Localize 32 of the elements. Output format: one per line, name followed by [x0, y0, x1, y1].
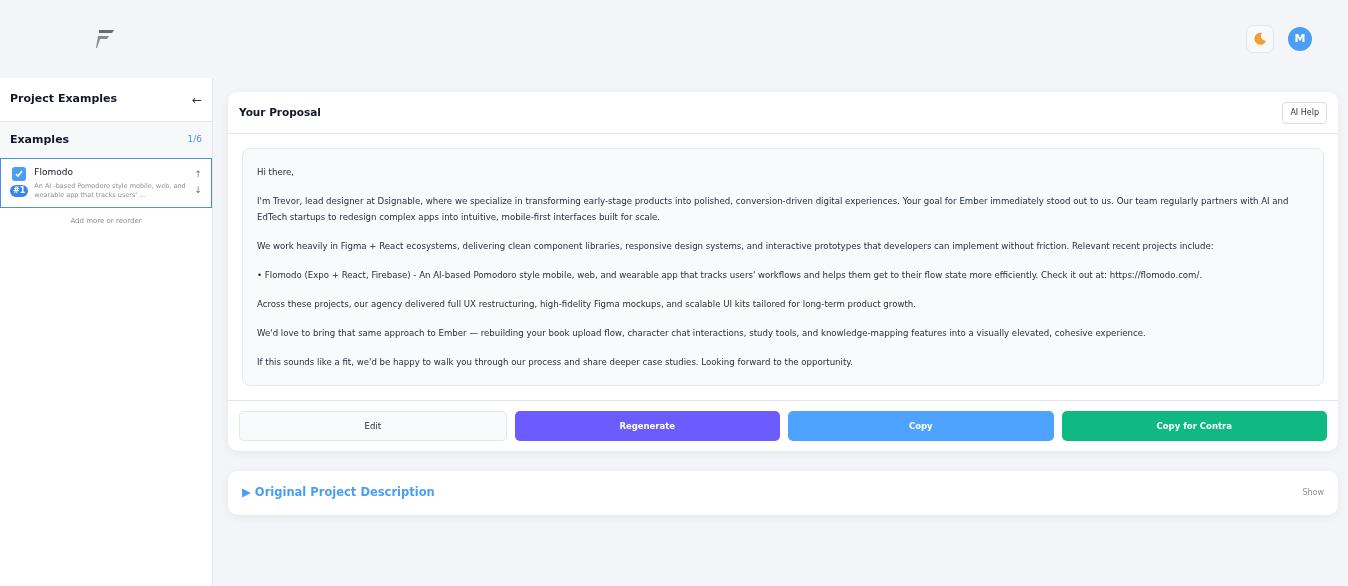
- theme-toggle-button[interactable]: [1246, 25, 1274, 53]
- rank-badge: #1: [10, 185, 29, 197]
- move-up-button[interactable]: ↑: [194, 168, 202, 182]
- show-toggle[interactable]: Show: [1302, 487, 1324, 499]
- move-down-button[interactable]: ↓: [194, 184, 202, 198]
- action-button[interactable]: Edit: [239, 411, 507, 441]
- example-count: 1/6: [187, 133, 202, 147]
- logo-icon: [95, 28, 115, 50]
- sidebar-title: Project Examples: [10, 91, 118, 108]
- proposal-paragraph: I'm Trevor, lead designer at Dsignable, where we specialize in transforming early-stage products into polished, conversion-driven digital experiences. Your goal for Ember immediately stood out to us. Our team regularly partners with AI and EdTech startups to redesign complex apps into intuitive, mobile-first interfaces built for scale.: [257, 195, 1290, 224]
- checkbox[interactable]: [12, 167, 27, 181]
- moon-icon: [1253, 32, 1267, 46]
- proposal-paragraph: If this sounds like a fit, we'd be happy to walk you through our process and share deeper case studies. Looking forward to the opportunity.: [257, 356, 854, 369]
- user-avatar[interactable]: M: [1288, 27, 1312, 51]
- proposal-paragraph: • Flomodo (Expo + React, Firebase) - An AI-based Pomodoro style mobile, web, and wearable app that tracks users' workflows and helps them get to their flow state more efficiently. Check it out at: https://flomodo.com/.: [257, 269, 1204, 282]
- section-title: Examples: [10, 131, 70, 148]
- proposal-paragraph: Across these projects, our agency delivered full UX restructuring, high-fidelity Figma mockups, and scalable UI kits tailored for long-term product growth.: [257, 298, 917, 311]
- card-title: Your Proposal: [239, 104, 321, 120]
- check-icon: [15, 170, 24, 178]
- ai-help-button[interactable]: AI Help: [1282, 101, 1327, 124]
- action-button[interactable]: Copy for Contra: [1061, 411, 1327, 441]
- proposal-paragraph: We'd love to bring that same approach to Ember — rebuilding your book upload flow, character chat interactions, study tools, and knowledge-mapping features into a visually elevated, cohesive experience.: [257, 327, 1147, 340]
- section-heading: Original Project Description: [254, 484, 435, 502]
- action-button[interactable]: Copy: [788, 411, 1054, 441]
- original-description-card[interactable]: ▶ Original Project Description Show: [228, 471, 1338, 515]
- example-title: Flomodo: [34, 166, 74, 179]
- expand-marker: ▶: [242, 484, 251, 502]
- proposal-paragraph: We work heavily in Figma + React ecosystems, delivering clean component libraries, responsive design systems, and interactive prototypes that developers can implement without friction. Relevant recent projects include:: [257, 240, 1215, 253]
- proposal-paragraph: Hi there,: [257, 166, 296, 179]
- action-button[interactable]: Regenerate: [514, 411, 780, 441]
- back-button[interactable]: ←: [191, 90, 202, 109]
- proposal-text-area[interactable]: [242, 148, 1324, 386]
